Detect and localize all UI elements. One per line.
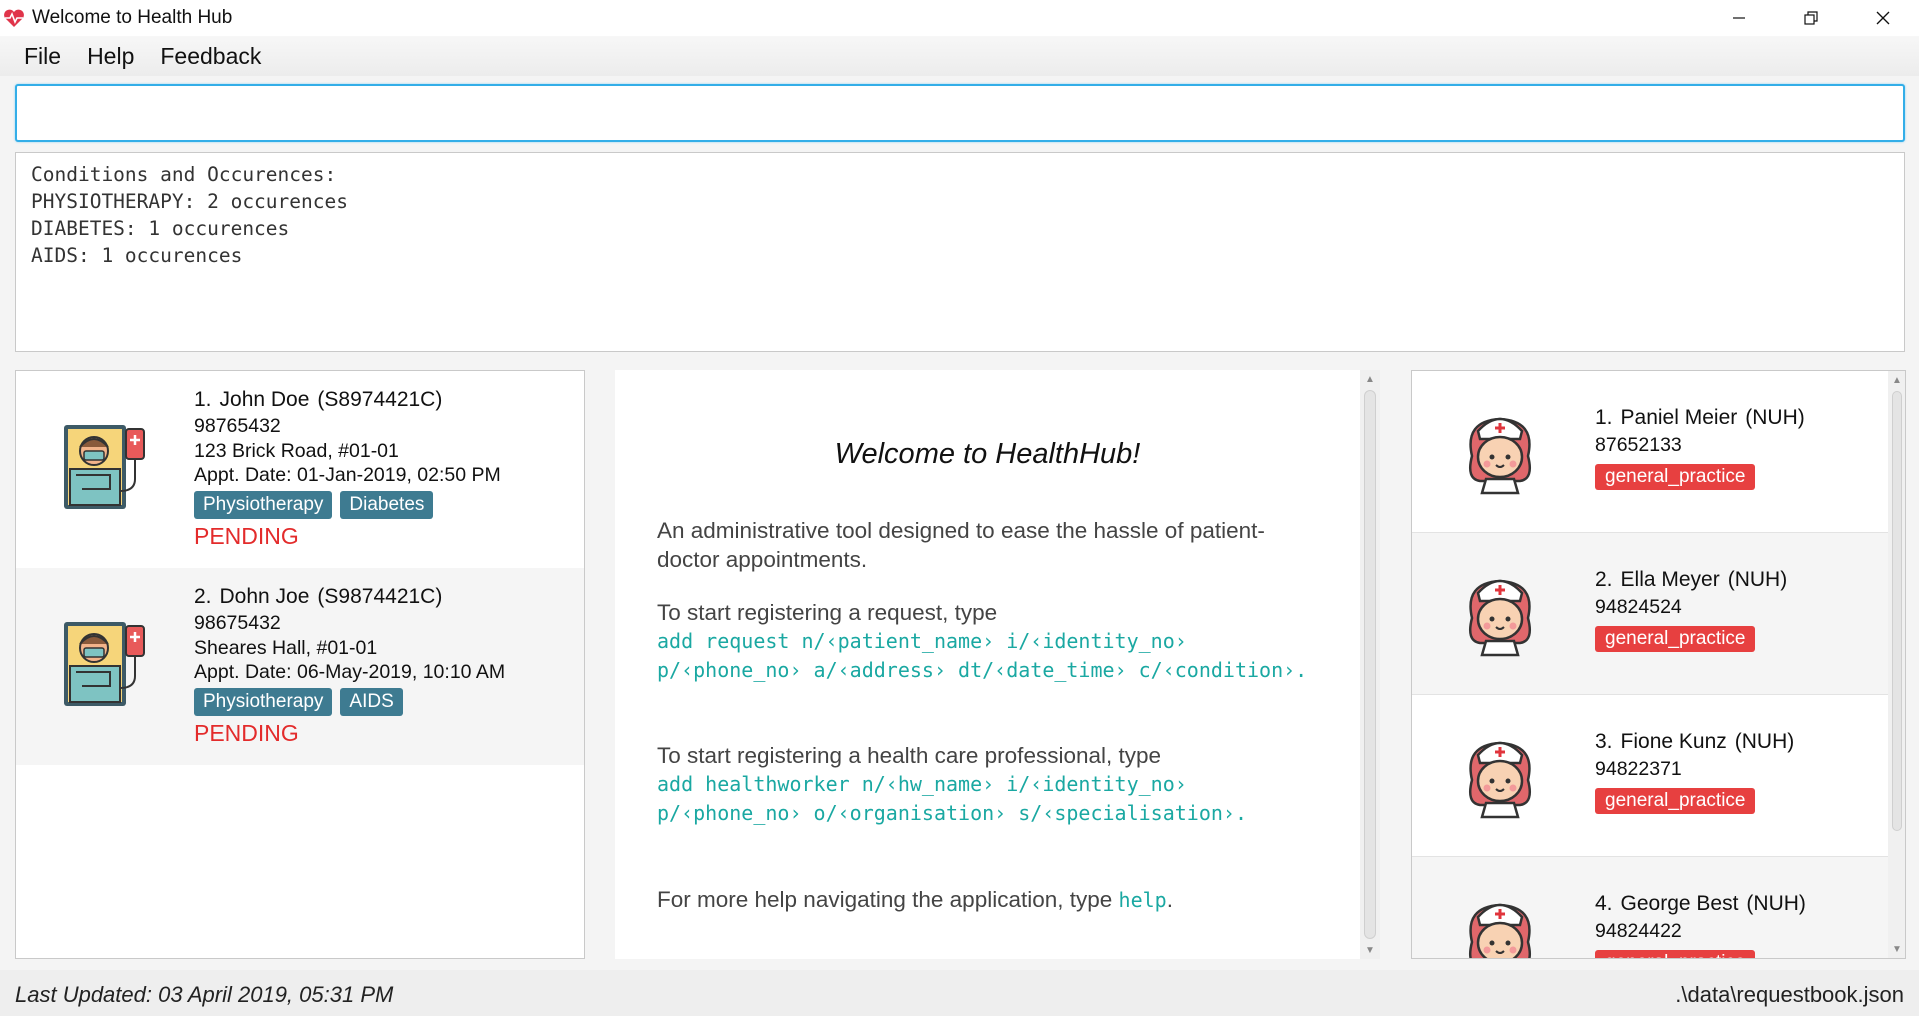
menu-feedback[interactable]: Feedback [147, 43, 274, 70]
healthworker-phone: 87652133 [1595, 434, 1682, 456]
nurse-avatar-icon [1450, 725, 1550, 825]
scroll-up-icon[interactable]: ▲ [1888, 373, 1905, 387]
healthworker-index: 3. [1595, 730, 1613, 753]
healthworker-phone: 94822371 [1595, 758, 1682, 780]
scroll-thumb[interactable] [1364, 390, 1376, 939]
help-command: help [1118, 888, 1167, 912]
help-more-suffix: . [1166, 887, 1173, 912]
title-bar: Welcome to Health Hub [0, 0, 1919, 36]
healthworker-org: (NUH) [1734, 730, 1795, 753]
scroll-down-icon[interactable]: ▼ [1360, 943, 1380, 957]
healthworker-card[interactable]: 4. George Best (NUH) 94824422 general_prac… [1412, 857, 1888, 958]
patient-bed-icon [54, 417, 154, 517]
help-panel: Welcome to HealthHub! An administrative … [615, 370, 1360, 959]
appointment-date: Appt. Date: 06-May-2019, 10:10 AM [194, 661, 506, 683]
menu-bar: File Help Feedback [0, 36, 1919, 76]
result-line: AIDS: 1 occurences [31, 244, 243, 267]
close-icon[interactable] [1847, 0, 1919, 36]
healthworker-index: 1. [1595, 406, 1613, 429]
specialisation-tag: general_practice [1595, 626, 1756, 652]
healthworker-phone: 94824524 [1595, 596, 1682, 618]
result-line: PHYSIOTHERAPY: 2 occurences [31, 190, 348, 213]
patient-phone: 98675432 [194, 612, 281, 634]
condition-tag: Physiotherapy [194, 490, 333, 519]
help-more-line: For more help navigating the application… [657, 885, 1307, 915]
restore-icon[interactable] [1775, 0, 1847, 36]
request-command-line: add request n/‹patient_name› i/‹identity… [657, 629, 1187, 653]
result-display: Conditions and Occurences: PHYSIOTHERAPY… [15, 152, 1905, 352]
status-badge: PENDING [194, 719, 299, 746]
menu-help[interactable]: Help [74, 43, 147, 70]
condition-tag: Diabetes [340, 490, 434, 519]
status-badge: PENDING [194, 522, 299, 549]
healthworker-phone: 94824422 [1595, 920, 1682, 942]
result-line: Conditions and Occurences: [31, 163, 337, 186]
patient-nric: (S9874421C) [317, 585, 443, 608]
healthworker-index: 2. [1595, 568, 1613, 591]
minimize-icon[interactable] [1703, 0, 1775, 36]
request-index: 1. [194, 388, 212, 411]
condition-tag: AIDS [340, 687, 403, 716]
request-prompt: To start registering a request, type [657, 600, 998, 625]
specialisation-tag: general_practice [1595, 950, 1756, 958]
healthworker-org: (NUH) [1727, 568, 1788, 591]
save-file-path: .\data\requestbook.json [1675, 982, 1904, 1007]
healthworker-scrollbar[interactable]: ▲ ▼ [1888, 371, 1905, 958]
healthworker-index: 4. [1595, 892, 1613, 915]
nurse-avatar-icon [1450, 401, 1550, 501]
patient-address: 123 Brick Road, #01-01 [194, 439, 399, 462]
scroll-down-icon[interactable]: ▼ [1888, 942, 1905, 956]
menu-file[interactable]: File [0, 43, 74, 70]
specialisation-tag: general_practice [1595, 464, 1756, 490]
condition-tag: Physiotherapy [194, 687, 333, 716]
healthworker-name: George Best [1620, 892, 1739, 915]
healthworker-card[interactable]: 2. Ella Meyer (NUH) 94824524 general_pract… [1412, 533, 1888, 695]
command-input[interactable] [17, 86, 1903, 140]
request-command-line: p/‹phone_no› a/‹address› dt/‹date_time› … [657, 658, 1308, 682]
window-title: Welcome to Health Hub [32, 7, 233, 28]
help-title: Welcome to HealthHub! [834, 438, 1141, 470]
scroll-thumb[interactable] [1892, 391, 1902, 831]
nurse-avatar-icon [1450, 563, 1550, 663]
patient-nric: (S8974421C) [317, 388, 443, 411]
window-controls [1703, 0, 1919, 36]
command-box [15, 84, 1905, 142]
patient-name: John Doe [219, 388, 310, 411]
help-more-text: For more help navigating the application… [657, 887, 1119, 912]
request-card[interactable]: 1. John Doe (S8974421C) 98765432 123 Brick… [16, 371, 584, 568]
healthworker-card[interactable]: 3. Fione Kunz (NUH) 94822371 general_pract… [1412, 695, 1888, 857]
patient-bed-icon [54, 614, 154, 714]
help-scrollbar[interactable]: ▲ ▼ [1360, 370, 1380, 959]
heart-pulse-icon [2, 6, 26, 30]
appointment-date: Appt. Date: 01-Jan-2019, 02:50 PM [194, 464, 501, 486]
specialisation-tag: general_practice [1595, 788, 1756, 814]
healthworker-org: (NUH) [1746, 892, 1806, 915]
result-line: DIABETES: 1 occurences [31, 217, 290, 240]
request-list-panel: 1. John Doe (S8974421C) 98765432 123 Brick… [15, 370, 585, 959]
scroll-up-icon[interactable]: ▲ [1360, 372, 1380, 386]
healthworker-name: Ella Meyer [1620, 568, 1720, 591]
healthworker-name: Paniel Meier [1620, 406, 1738, 429]
help-intro: An administrative tool designed to ease … [657, 518, 1265, 572]
healthworker-card[interactable]: 1. Paniel Meier (NUH) 87652133 general_pra… [1412, 371, 1888, 533]
healthworker-prompt: To start registering a health care profe… [657, 743, 1162, 768]
healthworker-list-panel: 1. Paniel Meier (NUH) 87652133 general_pra… [1411, 370, 1906, 959]
request-index: 2. [194, 585, 212, 608]
last-updated-text: Last Updated: 03 April 2019, 05:31 PM [15, 982, 394, 1007]
healthworker-name: Fione Kunz [1620, 730, 1727, 753]
patient-name: Dohn Joe [219, 585, 310, 608]
request-card[interactable]: 2. Dohn Joe (S9874421C) 98675432 Sheares H… [16, 568, 584, 765]
healthworker-org: (NUH) [1745, 406, 1805, 429]
patient-address: Sheares Hall, #01-01 [194, 636, 378, 659]
healthworker-command-line: p/‹phone_no› o/‹organisation› s/‹special… [657, 801, 1248, 825]
nurse-avatar-icon [1450, 887, 1550, 958]
healthworker-command-line: add healthworker n/‹hw_name› i/‹identity… [657, 772, 1187, 796]
patient-phone: 98765432 [194, 415, 281, 437]
status-bar: Last Updated: 03 April 2019, 05:31 PM .\… [0, 970, 1919, 1016]
